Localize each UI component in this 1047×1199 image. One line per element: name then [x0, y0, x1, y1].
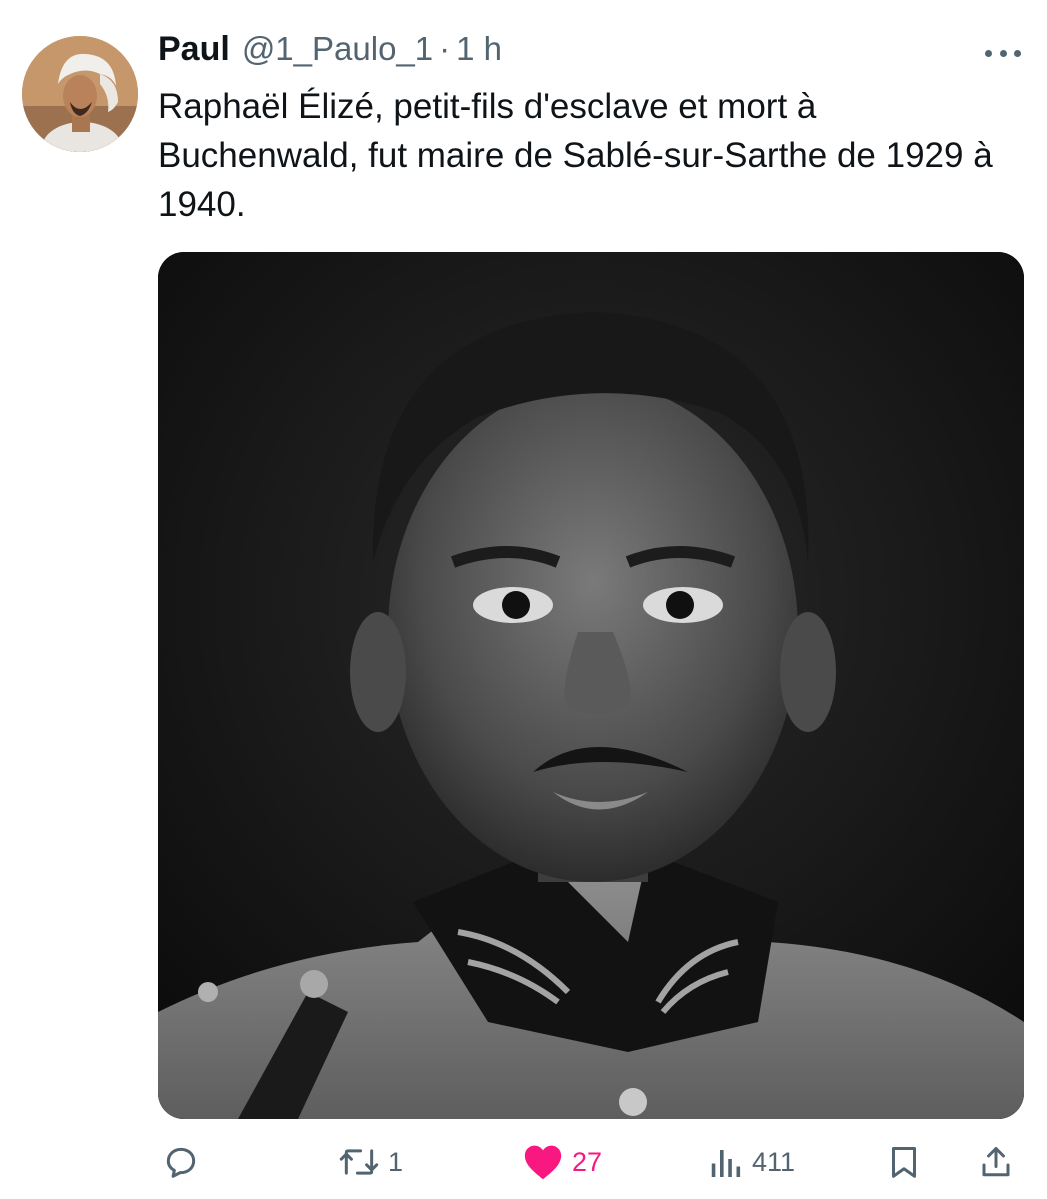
- reply-button[interactable]: [162, 1136, 200, 1188]
- views-button[interactable]: 411: [708, 1136, 795, 1188]
- reply-icon: [166, 1147, 196, 1178]
- avatar[interactable]: [22, 36, 138, 152]
- tweet-photo[interactable]: [158, 252, 1024, 1119]
- tweet[interactable]: Paul @1_Paulo_1 · 1 h Raphaël Élizé, pet…: [0, 0, 1047, 1199]
- tweet-text: Raphaël Élizé, petit-fils d'esclave et m…: [158, 87, 993, 224]
- author-handle[interactable]: @1_Paulo_1: [242, 30, 433, 68]
- heart-icon: [524, 1145, 562, 1180]
- like-button[interactable]: 27: [522, 1136, 602, 1188]
- views-count: 411: [752, 1146, 796, 1177]
- separator-dot: ·: [439, 30, 451, 67]
- author-name[interactable]: Paul: [158, 30, 230, 69]
- retweet-icon: [339, 1149, 379, 1175]
- tweet-actions: 1 27 411: [158, 1136, 1024, 1188]
- retweet-button[interactable]: 1: [338, 1136, 403, 1188]
- share-button[interactable]: [978, 1136, 1014, 1188]
- bookmark-icon: [892, 1147, 916, 1178]
- more-options-icon[interactable]: [985, 46, 1021, 60]
- share-icon: [982, 1147, 1010, 1177]
- tweet-header: Paul @1_Paulo_1 · 1 h: [158, 30, 502, 78]
- bookmark-button[interactable]: [886, 1136, 922, 1188]
- views-icon: [711, 1150, 741, 1177]
- like-count: 27: [572, 1146, 603, 1177]
- timestamp[interactable]: 1 h: [456, 30, 502, 68]
- retweet-count: 1: [388, 1146, 404, 1177]
